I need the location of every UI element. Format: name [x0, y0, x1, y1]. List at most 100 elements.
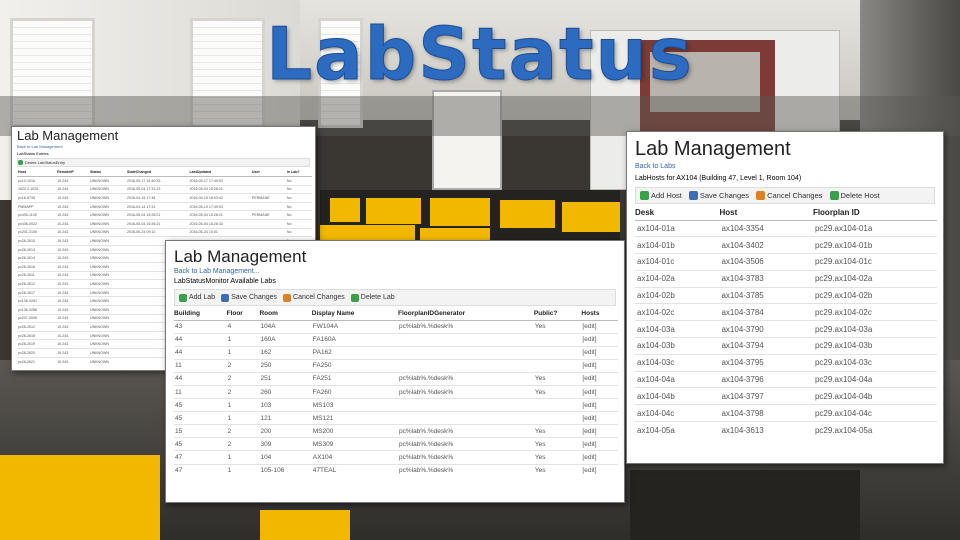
cancel-changes-button[interactable]: Cancel Changes: [283, 293, 345, 302]
column-header[interactable]: Hosts: [581, 308, 618, 321]
table-cell: [398, 358, 534, 373]
table-cell[interactable]: [edit]: [581, 424, 618, 438]
delete-lab-button[interactable]: Delete Lab: [350, 293, 395, 302]
column-header[interactable]: FloorplanIDGenerator: [398, 308, 534, 321]
table-row[interactable]: 47 1 104 AX104 pc%lab%.%desk% Yes [edit]: [174, 450, 618, 465]
table-cell[interactable]: [edit]: [581, 450, 618, 465]
table-row[interactable]: ax104-04b ax104-3797 pc29.ax104-04b: [635, 387, 937, 405]
table-cell[interactable]: [edit]: [581, 358, 618, 373]
column-header[interactable]: LastUpdated: [188, 168, 251, 178]
table-row[interactable]: ax104-02a ax104-3783 pc29.ax104-02a: [635, 269, 937, 288]
table-row[interactable]: pc435-1105 10.243. UNKNOWN 2016-05-04 15:26…: [17, 210, 312, 220]
table-row[interactable]: 47 1 105-106 47TEAL pc%lab%.%desk% Yes [edit]: [174, 463, 618, 478]
back-link[interactable]: Back to Labs: [627, 161, 943, 173]
table-row[interactable]: ax104-03a ax104-3790 pc29.ax104-03a: [635, 320, 937, 338]
table-row[interactable]: PMMAPP 10.243. UNKNOWN 2016-04-14 17:31 2016…: [17, 201, 312, 211]
table-cell: ax104-3796: [719, 370, 813, 388]
delete-host-button[interactable]: Delete Host: [829, 191, 880, 200]
table-row[interactable]: 43 4 104A FW104A pc%lab%.%desk% Yes [edit]: [174, 319, 618, 334]
table-cell: 10.243.: [56, 347, 89, 358]
table-row[interactable]: pc16-6745 10.243. UNKNOWN 2016-04-15 17:48 2…: [17, 193, 312, 203]
column-header[interactable]: Public?: [533, 308, 582, 321]
table-row[interactable]: ax104-03c ax104-3795 pc29.ax104-03c: [635, 353, 937, 372]
delete-icon: [350, 293, 359, 302]
table-cell: MS309: [311, 437, 398, 451]
table-cell[interactable]: [edit]: [581, 437, 618, 451]
table-row[interactable]: 15 2 200 MS200 pc%lab%.%desk% Yes [edit]: [174, 424, 618, 438]
cancel-changes-button[interactable]: Cancel Changes: [756, 191, 823, 200]
table-cell[interactable]: [edit]: [581, 463, 618, 478]
table-row[interactable]: ax104-01c ax104-3506 pc29.ax104-01c: [635, 253, 937, 271]
column-header[interactable]: Room: [259, 308, 312, 321]
column-header[interactable]: Display Name: [311, 308, 398, 321]
table-cell: [250, 219, 286, 229]
table-row[interactable]: 45 2 309 MS309 pc%lab%.%desk% Yes [edit]: [174, 437, 618, 451]
back-link[interactable]: Back to Lab Management...: [166, 267, 624, 277]
table-row[interactable]: pc436-0022 10.243. UNKNOWN 2016-05-04 15:26…: [17, 219, 312, 229]
column-header[interactable]: Host: [719, 206, 813, 221]
table-row[interactable]: ax104-01b ax104-3402 pc29.ax104-01b: [635, 236, 937, 254]
table-cell[interactable]: [edit]: [581, 398, 618, 412]
table-row[interactable]: 44 1 160A FA160A [edit]: [174, 332, 618, 347]
table-row[interactable]: ax104-03b ax104-3794 pc29.ax104-03b: [635, 337, 937, 355]
table-row[interactable]: 11 2 250 FA250 [edit]: [174, 358, 618, 373]
save-icon: [221, 293, 230, 302]
save-changes-button[interactable]: Save Changes: [688, 191, 749, 200]
table-row[interactable]: 11 2 260 FA260 pc%lab%.%desk% Yes [edit]: [174, 384, 618, 399]
table-cell[interactable]: [edit]: [581, 411, 618, 425]
table-cell: [398, 411, 534, 425]
section-heading: LabStatus Entries: [17, 151, 49, 156]
back-link[interactable]: Back to Lab Management: [12, 143, 315, 150]
panel-title: Lab Management: [635, 138, 791, 160]
table-cell: 2016-05-04 15:26:33: [188, 219, 251, 229]
table-row[interactable]: ax104-04a ax104-3796 pc29.ax104-04a: [635, 370, 937, 388]
table-cell[interactable]: [edit]: [581, 345, 618, 360]
table-row[interactable]: ax104-04c ax104-3798 pc29.ax104-04c: [635, 404, 937, 422]
table-cell[interactable]: [edit]: [581, 384, 618, 399]
table-cell: 10.243.: [56, 219, 89, 229]
table-cell: 43: [174, 319, 227, 334]
table-cell: pc28-2616: [17, 262, 57, 272]
table-row[interactable]: 1620.2-1025 10.243. UNKNOWN 2016-05-04 17:3…: [17, 184, 312, 194]
table-row[interactable]: pc201-3106 10.243. UNKNOWN 2016-06-24 09:10…: [17, 227, 312, 237]
add-host-button[interactable]: Add Host: [640, 191, 682, 200]
table-cell: 10.243.: [56, 270, 89, 280]
table-row[interactable]: ax104-05a ax104-3613 pc29.ax104-05a: [635, 421, 937, 439]
column-header[interactable]: StateChanged: [125, 168, 189, 178]
table-row[interactable]: 44 1 162 PA162 [edit]: [174, 345, 618, 360]
table-row[interactable]: ax104-02c ax104-3784 pc29.ax104-02c: [635, 303, 937, 321]
table-cell: ax104-3354: [719, 219, 813, 237]
column-header[interactable]: In Lab?: [285, 168, 312, 178]
save-changes-button[interactable]: Save Changes: [221, 293, 277, 302]
table-cell[interactable]: [edit]: [581, 319, 618, 334]
column-header[interactable]: User: [250, 168, 286, 178]
table-row[interactable]: 45 1 103 MS103 [edit]: [174, 398, 618, 412]
column-header[interactable]: Host: [17, 168, 57, 178]
column-header[interactable]: Floorplan ID: [812, 206, 937, 221]
table-cell: UNKNOWN: [88, 227, 126, 237]
table-row[interactable]: ax104-01a ax104-3354 pc29.ax104-01a: [635, 219, 937, 237]
table-cell: 2: [226, 437, 260, 451]
delete-entry-button[interactable]: Delete LabStatusEntry: [18, 160, 65, 165]
table-cell: UNKNOWN: [88, 356, 126, 366]
table-cell: 1: [226, 463, 260, 478]
table-cell: 15: [174, 424, 227, 438]
table-row[interactable]: 45 1 121 MS121 [edit]: [174, 411, 618, 425]
column-header[interactable]: Building: [174, 308, 227, 321]
table-cell[interactable]: [edit]: [581, 371, 618, 386]
add-lab-button[interactable]: Add Lab: [179, 293, 215, 302]
table-cell[interactable]: [edit]: [581, 332, 618, 347]
column-header[interactable]: Floor: [226, 308, 260, 321]
column-header[interactable]: RemoteIP: [56, 168, 89, 178]
table-cell: Yes: [533, 463, 582, 478]
table-cell: pc29.ax104-02a: [812, 269, 937, 288]
table-row[interactable]: 44 2 251 FA251 pc%lab%.%desk% Yes [edit]: [174, 371, 618, 386]
table-cell: pc16-6745: [17, 193, 57, 203]
table-cell: 10.243.: [56, 356, 89, 366]
table-cell: pc29.ax104-02c: [812, 303, 937, 321]
table-cell: pc28-2614: [17, 253, 57, 263]
column-header[interactable]: Desk: [635, 206, 720, 221]
table-row[interactable]: ax104-02b ax104-3785 pc29.ax104-02b: [635, 286, 937, 304]
column-header[interactable]: Status: [88, 168, 126, 178]
table-row[interactable]: pc10-1016 10.243. UNKNOWN 2016-05-17 14:40:…: [17, 176, 312, 186]
